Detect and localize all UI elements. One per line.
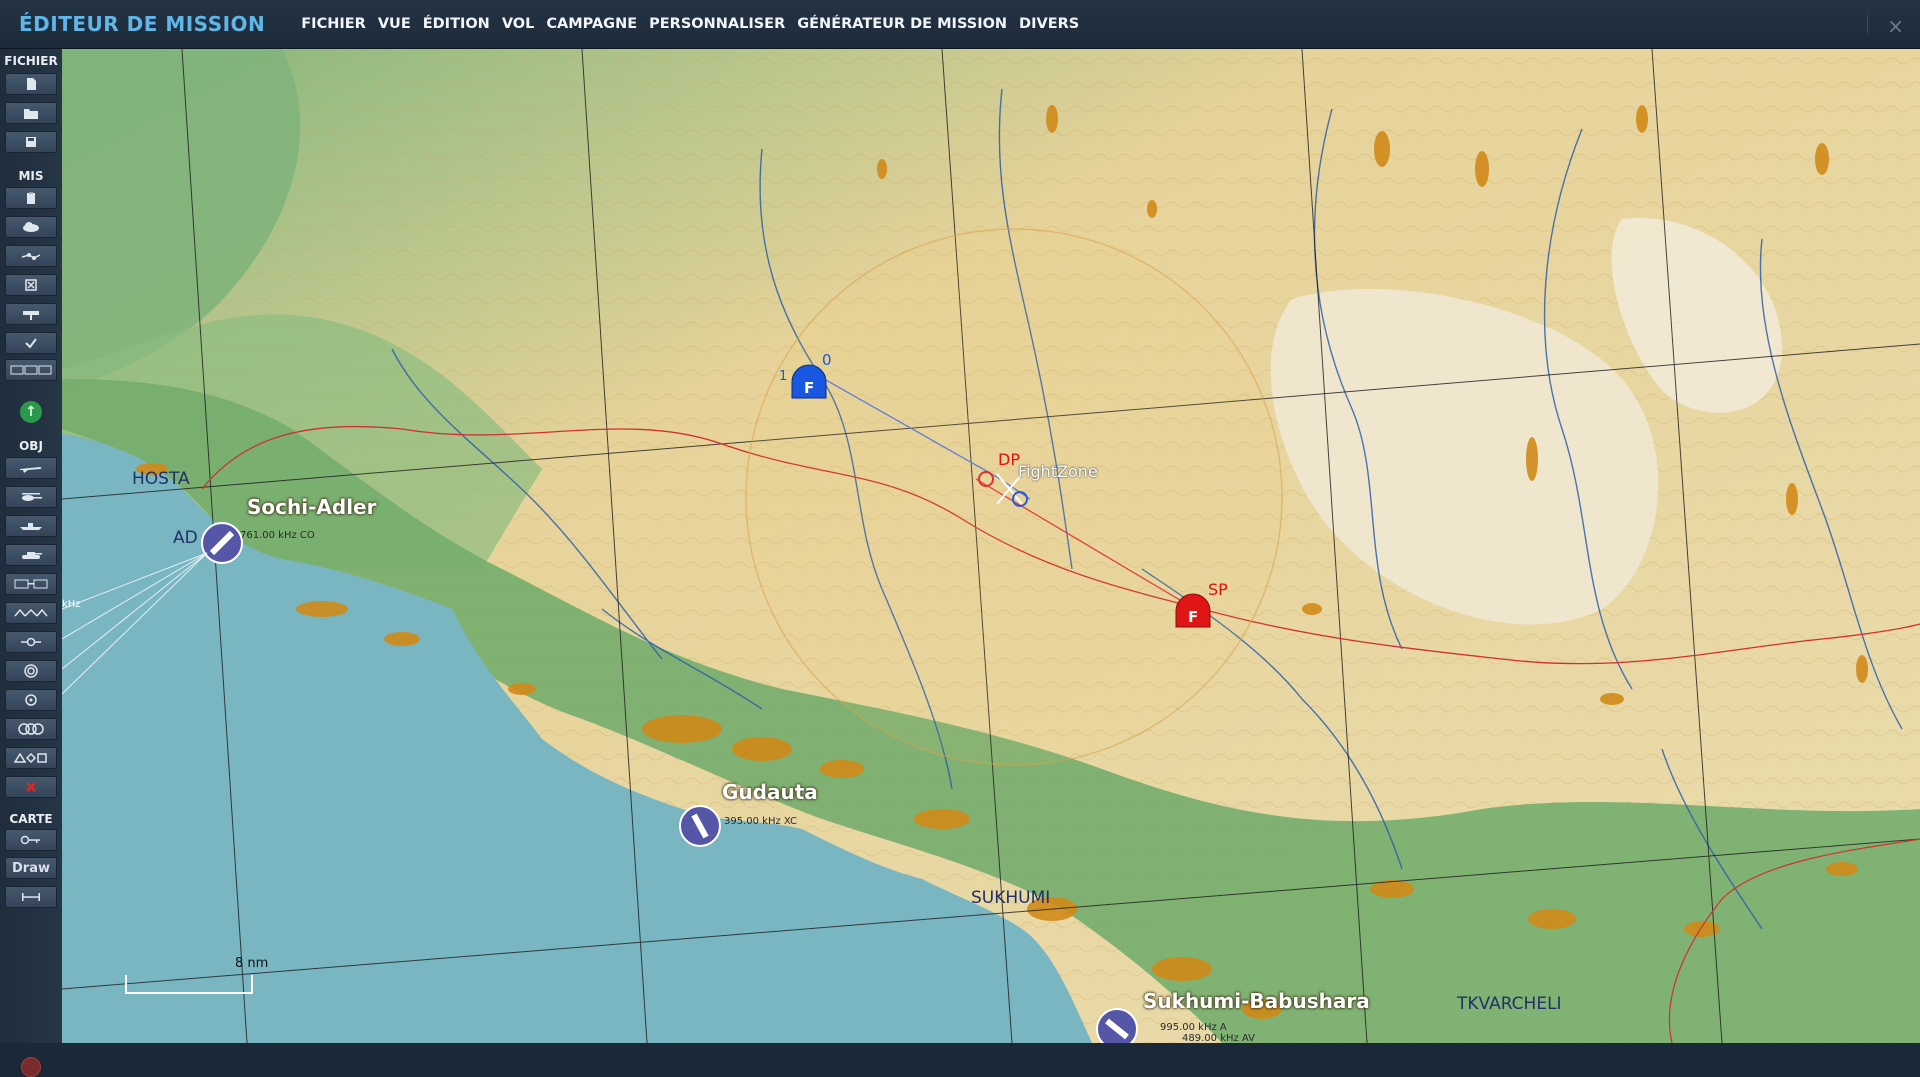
blue-unit-number: 0 [822, 351, 832, 369]
delete-button[interactable] [5, 776, 57, 798]
route-icon [21, 253, 41, 260]
close-separator [1867, 15, 1868, 33]
key-icon [20, 835, 40, 845]
map-view[interactable]: Sochi-Adler 761.00 kHz CO Gudauta 395.00… [62, 49, 1920, 1043]
freq-fragment: kHz [62, 599, 81, 610]
left-toolbar: FICHIER MIS ↑ OBJ CARTE Draw [0, 49, 63, 1077]
triggers-button[interactable] [5, 274, 57, 296]
save-file-button[interactable] [5, 131, 57, 153]
exit-icon[interactable] [21, 1057, 41, 1077]
target-icon [24, 664, 38, 678]
briefing-button[interactable] [5, 187, 57, 209]
airfield-label-sochi-adler[interactable]: Sochi-Adler [247, 495, 376, 519]
menu-misc[interactable]: DIVERS [1013, 16, 1085, 32]
add-helicopter-button[interactable] [5, 486, 57, 508]
draw-button[interactable]: Draw [5, 857, 57, 879]
clipboard-icon [27, 192, 35, 204]
template-icon [14, 608, 48, 617]
add-trigger-zone-button[interactable] [5, 689, 57, 711]
ship-icon [20, 523, 42, 530]
linked-circles-icon [18, 723, 44, 735]
trigger-icon [25, 279, 37, 291]
cloud-icon [23, 222, 39, 232]
add-ship-button[interactable] [5, 515, 57, 537]
new-file-button[interactable] [5, 73, 57, 95]
add-group-button[interactable] [5, 718, 57, 740]
menu-flight[interactable]: VOL [496, 16, 541, 32]
airfield-label-gudauta[interactable]: Gudauta [722, 780, 818, 804]
top-menu-bar: ÉDITEUR DE MISSION FICHIER VUE ÉDITION V… [0, 0, 1920, 49]
airfield-sukhumi-babushara-icon[interactable] [1096, 1008, 1138, 1043]
open-file-button[interactable] [5, 102, 57, 124]
airfield-freq-sochi-adler: 761.00 kHz CO [240, 530, 315, 541]
section-mission-label: MIS [18, 169, 44, 183]
menu-mission-generator[interactable]: GÉNÉRATEUR DE MISSION [791, 16, 1013, 32]
menu-edit[interactable]: ÉDITION [417, 16, 496, 32]
new-file-icon [27, 78, 36, 90]
zone-circle-icon [25, 694, 37, 706]
dp-label: DP [998, 450, 1020, 469]
add-static-button[interactable] [5, 573, 57, 595]
airfield-freq-sukhumi-babushara: 995.00 kHz A [1160, 1022, 1227, 1033]
main-menu: FICHIER VUE ÉDITION VOL CAMPAGNE PERSONN… [295, 16, 1085, 32]
fight-zone-label[interactable]: FightZone [1018, 462, 1098, 481]
waypoint-icon [21, 637, 41, 647]
place-label-adler-fragment: AD [173, 528, 198, 548]
static-object-icon [14, 579, 48, 589]
flag-icon [23, 311, 39, 320]
red-unit-letter: F [1188, 608, 1199, 626]
delete-x-icon [26, 782, 36, 792]
blue-unit-letter: F [804, 379, 815, 397]
airfield-label-sukhumi-babushara[interactable]: Sukhumi-Babushara [1143, 989, 1370, 1013]
plane-icon [20, 467, 42, 473]
checkmark-icon [25, 338, 37, 349]
timeline-button[interactable] [5, 359, 57, 381]
route-button[interactable] [5, 245, 57, 267]
add-template-button[interactable] [5, 602, 57, 624]
menu-customize[interactable]: PERSONNALISER [643, 16, 791, 32]
menu-view[interactable]: VUE [372, 16, 417, 32]
airfield-freq-gudauta: 395.00 kHz XC [724, 816, 798, 827]
app-title: ÉDITEUR DE MISSION [19, 12, 266, 36]
check-button[interactable] [5, 332, 57, 354]
section-objects-label: OBJ [19, 439, 43, 453]
folder-icon [24, 109, 38, 119]
scale-label: 8 nm [235, 956, 269, 971]
add-waypoint-button[interactable] [5, 631, 57, 653]
shapes-icon [13, 752, 47, 764]
timeline-icon [10, 365, 52, 375]
menu-file[interactable]: FICHIER [295, 16, 372, 32]
map-options-button[interactable] [5, 829, 57, 851]
section-map-label: CARTE [9, 812, 53, 826]
menu-campaign[interactable]: CAMPAGNE [540, 16, 643, 32]
place-label-hosta: HOSTA [132, 469, 190, 489]
close-icon[interactable]: × [1887, 14, 1904, 38]
place-label-tkvarcheli: TKVARCHELI [1457, 994, 1562, 1014]
add-plane-button[interactable] [5, 457, 57, 479]
airfield-gudauta-icon[interactable] [679, 805, 721, 847]
add-shape-button[interactable] [5, 747, 57, 769]
add-zone-button[interactable] [5, 660, 57, 682]
section-file-label: FICHIER [4, 54, 58, 68]
weather-button[interactable] [5, 216, 57, 238]
airfield-sochi-adler-icon[interactable] [201, 522, 243, 564]
airfield-freq2-sukhumi-babushara: 489.00 kHz AV [1182, 1033, 1255, 1043]
red-unit-sp-label: SP [1208, 580, 1228, 599]
ruler-icon [22, 893, 40, 901]
add-vehicle-button[interactable] [5, 544, 57, 566]
save-icon [26, 137, 36, 147]
helicopter-icon [22, 493, 42, 501]
arrow-up-icon[interactable]: ↑ [20, 401, 42, 423]
blue-unit-index: 1 [779, 369, 788, 384]
tank-icon [22, 552, 42, 559]
place-label-sukhumi: SUKHUMI [971, 888, 1051, 908]
goals-button[interactable] [5, 303, 57, 325]
ruler-button[interactable] [5, 886, 57, 908]
